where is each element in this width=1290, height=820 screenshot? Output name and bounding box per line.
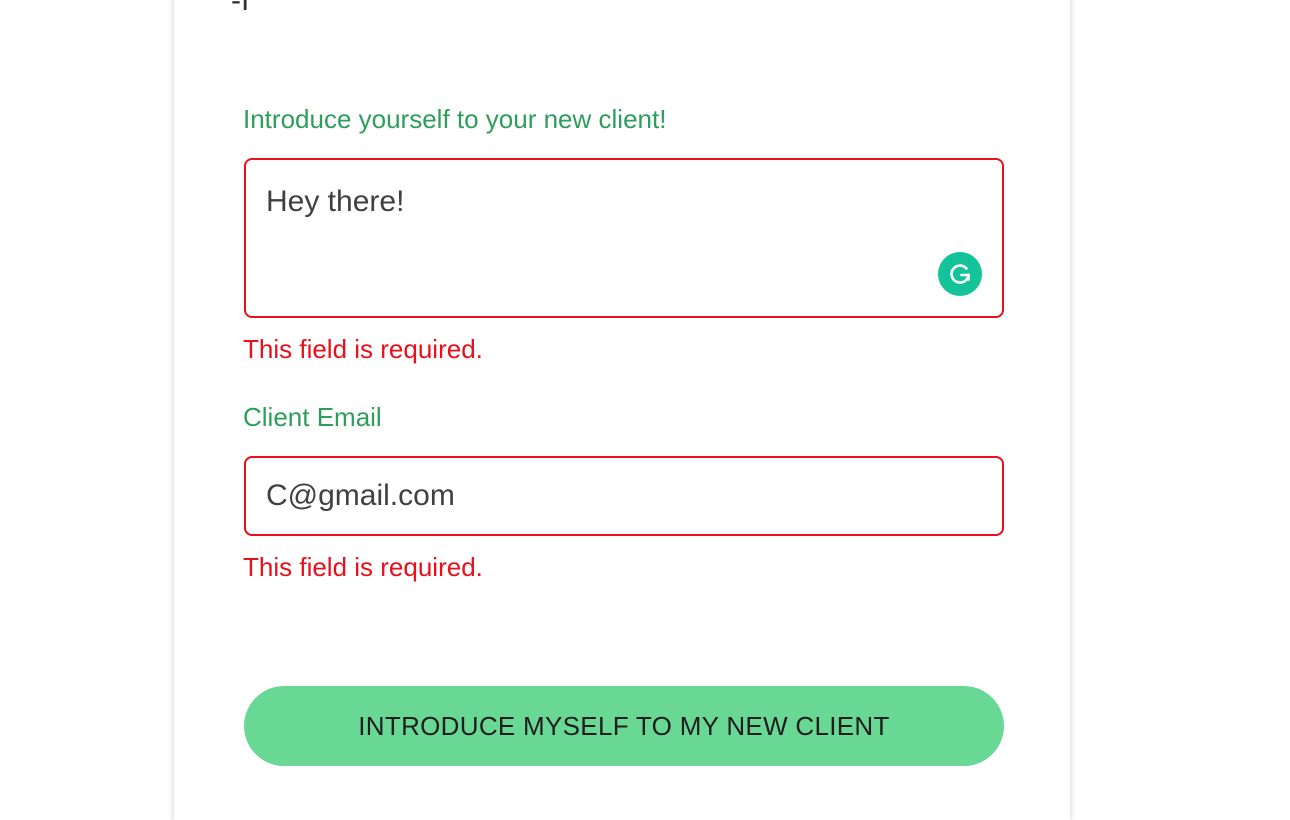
grammarly-icon[interactable] bbox=[938, 252, 982, 296]
client-email-value: C@gmail.com bbox=[266, 479, 455, 512]
introduce-submit-button[interactable]: INTRODUCE MYSELF TO MY NEW CLIENT bbox=[244, 686, 1004, 766]
email-error-message: This field is required. bbox=[243, 552, 483, 582]
intro-label: Introduce yourself to your new client! bbox=[243, 104, 667, 134]
intro-message-textarea[interactable]: Hey there! bbox=[244, 158, 1004, 318]
client-email-label: Client Email bbox=[243, 402, 382, 432]
intro-message-value: Hey there! bbox=[266, 185, 405, 218]
intro-error-message: This field is required. bbox=[243, 334, 483, 364]
client-email-input[interactable]: C@gmail.com bbox=[244, 456, 1004, 536]
clipped-header-text: -I bbox=[231, 0, 250, 17]
